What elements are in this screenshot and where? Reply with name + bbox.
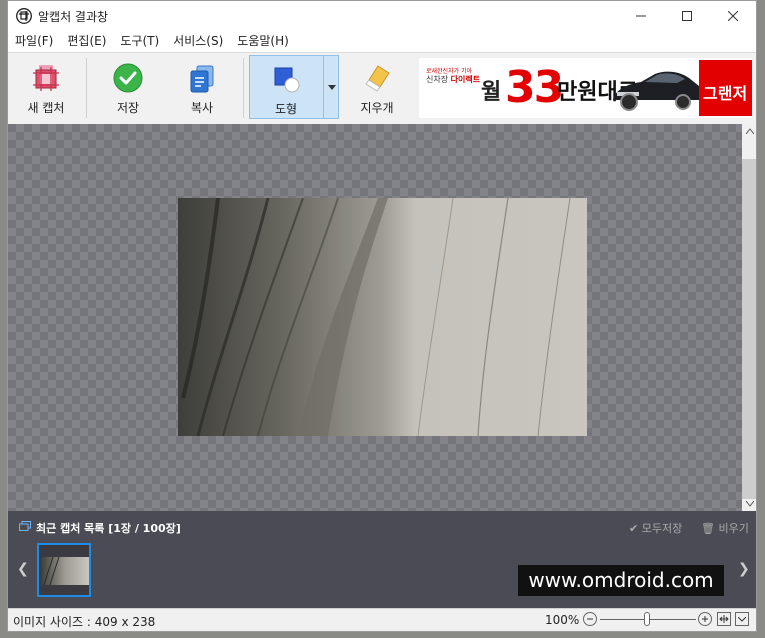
menu-tools[interactable]: 도구(T) xyxy=(113,31,166,51)
eraser-icon xyxy=(365,65,390,92)
recent-capture-thumbnail[interactable] xyxy=(37,543,91,597)
captured-image[interactable] xyxy=(178,198,587,436)
status-bar: 이미지 사이즈 : 409 x 238 100% xyxy=(8,608,756,631)
eraser-button[interactable]: 지우개 xyxy=(351,56,403,120)
shape-icon xyxy=(274,67,300,93)
trash-icon: 🗑 xyxy=(701,522,715,535)
scroll-up-icon[interactable] xyxy=(746,128,754,134)
ad-subtitle-bold: 다이렉트 xyxy=(450,75,481,84)
save-label: 저장 xyxy=(116,101,140,115)
copy-button[interactable]: 복사 xyxy=(176,56,228,120)
alcapture-app-icon xyxy=(16,8,32,24)
rock-texture-image xyxy=(178,198,587,436)
watermark: www.omdroid.com xyxy=(518,565,724,596)
fit-icon xyxy=(719,615,729,623)
menu-help[interactable]: 도움말(H) xyxy=(230,31,296,51)
image-size-text: 이미지 사이즈 : 409 x 238 xyxy=(13,615,156,629)
ad-subtitle-prefix: 신차장 xyxy=(426,75,449,84)
recent-captures-panel: 최근 캡처 목록 [1장 / 100장] ✔ 모두저장 🗑 비우기 ❮ ❯ ww… xyxy=(8,511,756,608)
zoom-level: 100% xyxy=(545,613,580,627)
zoom-in-button[interactable] xyxy=(698,612,712,626)
menu-bar: 파일(F) 편집(E) 도구(T) 서비스(S) 도움말(H) xyxy=(8,31,756,51)
ad-banner[interactable]: 로새한신차가 기아 신차장 다이렉트 월 33 만원대로 그랜저 xyxy=(419,58,752,118)
new-capture-button[interactable]: 새 캡처 xyxy=(18,56,74,120)
shape-dropdown-arrow[interactable] xyxy=(323,56,340,118)
ad-month: 월 xyxy=(481,80,502,105)
ad-subtitle: 신차장 다이렉트 xyxy=(426,74,480,85)
menu-file[interactable]: 파일(F) xyxy=(8,31,60,51)
shape-button-group: 도형 xyxy=(249,55,339,119)
thumbnail-image xyxy=(41,557,89,585)
menu-services[interactable]: 서비스(S) xyxy=(166,31,230,51)
ad-amount: 33 xyxy=(505,62,564,113)
close-button[interactable] xyxy=(710,1,756,31)
ad-brand-text: 그랜저 xyxy=(703,84,748,103)
car-image xyxy=(613,71,702,111)
clear-label: 비우기 xyxy=(718,522,749,535)
capture-result-window: 알캡처 결과창 파일(F) 편집(E) 도구(T) 서비스(S) 도움말(H) xyxy=(7,0,757,632)
toolbar-separator xyxy=(243,58,244,118)
save-button[interactable]: 저장 xyxy=(102,56,154,120)
toolbar: 새 캡처 저장 복사 도형 지우개 로새한신차가 기아 신차장 다이렉트 월 3… xyxy=(8,52,756,125)
chevron-left-icon[interactable]: ❮ xyxy=(17,561,29,577)
ad-brand-badge: 그랜저 xyxy=(699,60,752,116)
zoom-out-button[interactable] xyxy=(583,612,597,626)
toolbar-separator xyxy=(86,58,87,118)
title-bar: 알캡처 결과창 xyxy=(8,1,756,31)
chevron-right-icon[interactable]: ❯ xyxy=(738,561,750,577)
shape-button[interactable]: 도형 xyxy=(258,57,314,121)
new-capture-icon xyxy=(33,65,59,91)
zoom-options-button[interactable] xyxy=(735,612,749,626)
copy-document-icon xyxy=(190,65,214,93)
check-mark-icon: ✔ xyxy=(629,522,639,535)
vertical-scrollbar[interactable] xyxy=(742,124,756,511)
scroll-down-icon[interactable] xyxy=(746,501,754,507)
eraser-label: 지우개 xyxy=(360,101,394,115)
new-capture-label: 새 캡처 xyxy=(27,101,65,115)
shape-label: 도형 xyxy=(274,102,298,116)
scrollbar-thumb[interactable] xyxy=(742,159,756,499)
fit-to-window-button[interactable] xyxy=(717,612,731,626)
save-all-label: 모두저장 xyxy=(641,522,683,535)
minus-icon xyxy=(587,618,593,620)
window-title: 알캡처 결과창 xyxy=(38,10,109,24)
check-icon xyxy=(113,63,143,93)
caret-down-icon xyxy=(328,84,336,90)
minimize-button[interactable] xyxy=(618,1,664,31)
save-all-button[interactable]: ✔ 모두저장 xyxy=(629,520,682,536)
clear-button[interactable]: 🗑 비우기 xyxy=(701,520,749,536)
zoom-slider-handle[interactable] xyxy=(644,612,650,626)
maximize-button[interactable] xyxy=(664,1,710,31)
chevron-down-icon xyxy=(738,616,746,622)
menu-edit[interactable]: 편집(E) xyxy=(60,31,113,51)
copy-label: 복사 xyxy=(190,101,214,115)
recent-list-icon xyxy=(19,521,31,531)
plus-icon xyxy=(702,616,708,622)
recent-captures-title: 최근 캡처 목록 [1장 / 100장] xyxy=(36,522,181,535)
